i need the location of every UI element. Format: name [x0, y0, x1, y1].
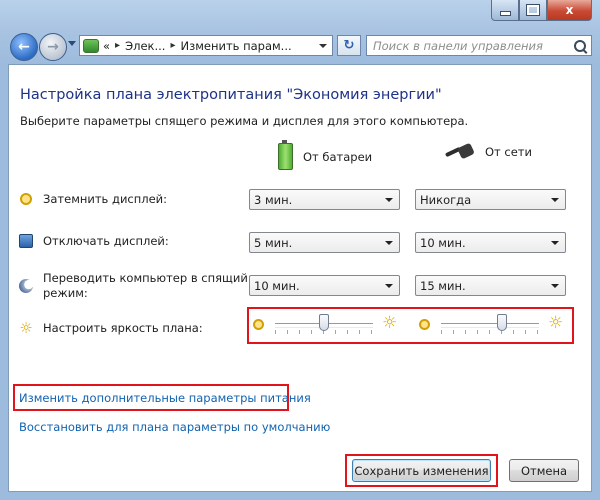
dim-display-ac-select[interactable]: Никогда: [415, 189, 566, 210]
navigation-bar: ← → « ▸ Элек... ▸ Изменить парам... ↻ По…: [0, 30, 600, 62]
cancel-button[interactable]: Отмена: [509, 459, 579, 482]
power-plug-icon: [445, 143, 475, 161]
select-value: 10 мин.: [254, 278, 300, 293]
save-changes-button[interactable]: Сохранить изменения: [352, 459, 491, 482]
back-button[interactable]: ←: [10, 33, 38, 61]
minimize-button[interactable]: [491, 0, 519, 21]
sleep-battery-select[interactable]: 10 мин.: [249, 275, 400, 296]
brightness-icon: ☼: [19, 319, 33, 337]
dim-display-battery-select[interactable]: 3 мин.: [249, 189, 400, 210]
control-panel-window: x ← → « ▸ Элек... ▸ Изменить парам... ↻ …: [0, 0, 600, 500]
select-value: 3 мин.: [254, 192, 293, 207]
select-value: Никогда: [420, 192, 472, 207]
sleep-ac-select[interactable]: 15 мин.: [415, 275, 566, 296]
slider-thumb[interactable]: [319, 314, 329, 331]
row-label-sleep-line2: режим:: [43, 286, 88, 300]
dim-sun-icon: [253, 319, 264, 330]
bright-sun-icon: ☼: [382, 313, 398, 333]
page-title: Настройка плана электропитания "Экономия…: [20, 87, 442, 103]
sleep-moon-icon: [19, 279, 33, 293]
monitor-clock-icon: [19, 234, 33, 248]
row-dim-display: Затемнить дисплей:: [19, 192, 167, 206]
breadcrumb-parent[interactable]: Элек...: [125, 39, 165, 53]
turn-off-display-ac-select[interactable]: 10 мин.: [415, 232, 566, 253]
row-label-turn-off-display: Отключать дисплей:: [43, 234, 169, 248]
column-header-battery: От батареи: [278, 140, 373, 170]
battery-icon: [278, 140, 293, 170]
column-label-ac: От сети: [485, 145, 532, 159]
brightness-slider-battery[interactable]: ☼: [253, 311, 399, 339]
turn-off-display-battery-select[interactable]: 5 мин.: [249, 232, 400, 253]
back-arrow-icon: ←: [18, 39, 30, 55]
refresh-button[interactable]: ↻: [337, 35, 361, 56]
search-icon[interactable]: [574, 39, 586, 52]
chevron-down-icon: [385, 283, 393, 288]
breadcrumb-separator-icon: ▸: [115, 40, 121, 51]
maximize-button[interactable]: [519, 0, 547, 21]
close-icon: x: [565, 3, 574, 17]
row-turn-off-display: Отключать дисплей:: [19, 234, 169, 248]
breadcrumb-separator-icon: ▸: [170, 40, 176, 51]
row-label-brightness: Настроить яркость плана:: [43, 321, 203, 335]
row-label-sleep: Переводить компьютер в спящий режим:: [43, 271, 248, 301]
bright-sun-icon: ☼: [548, 313, 564, 333]
advanced-power-settings-link[interactable]: Изменить дополнительные параметры питани…: [19, 391, 311, 405]
chevron-down-icon: [551, 240, 559, 245]
slider-ticks: [441, 330, 539, 334]
page-subtitle: Выберите параметры спящего режима и дисп…: [20, 114, 469, 128]
chevron-down-icon: [385, 197, 393, 202]
recent-pages-dropdown[interactable]: [68, 41, 76, 46]
row-brightness: ☼ Настроить яркость плана:: [19, 319, 203, 337]
address-bar[interactable]: « ▸ Элек... ▸ Изменить парам...: [79, 35, 333, 56]
refresh-icon: ↻: [343, 38, 355, 53]
breadcrumb-current[interactable]: Изменить парам...: [180, 39, 291, 53]
forward-arrow-icon: →: [47, 39, 59, 55]
row-label-sleep-line1: Переводить компьютер в спящий: [43, 271, 248, 285]
minimize-icon: [499, 10, 511, 16]
main-content: Настройка плана электропитания "Экономия…: [8, 64, 592, 492]
slider-track[interactable]: [441, 323, 539, 328]
chevron-down-icon: [551, 283, 559, 288]
select-value: 15 мин.: [420, 278, 466, 293]
column-label-battery: От батареи: [303, 149, 373, 164]
select-value: 10 мин.: [420, 235, 466, 250]
chevron-down-icon: [551, 197, 559, 202]
dim-sun-icon: [419, 319, 430, 330]
row-label-dim-display: Затемнить дисплей:: [43, 192, 168, 206]
breadcrumb-root-arrow[interactable]: «: [103, 39, 110, 53]
address-dropdown-icon[interactable]: [319, 43, 327, 48]
column-header-ac: От сети: [445, 143, 532, 161]
forward-button[interactable]: →: [39, 33, 67, 61]
select-value: 5 мин.: [254, 235, 293, 250]
control-panel-icon: [83, 38, 99, 53]
brightness-slider-ac[interactable]: ☼: [419, 311, 565, 339]
close-button[interactable]: x: [547, 0, 592, 21]
dim-display-icon: [20, 193, 32, 205]
window-caption-buttons: x: [491, 0, 592, 21]
chevron-down-icon: [385, 240, 393, 245]
slider-thumb[interactable]: [496, 314, 507, 331]
row-sleep: Переводить компьютер в спящий режим:: [19, 271, 248, 301]
maximize-icon: [526, 4, 540, 16]
search-box[interactable]: Поиск в панели управления: [366, 35, 592, 56]
restore-defaults-link[interactable]: Восстановить для плана параметры по умол…: [19, 420, 330, 434]
search-input[interactable]: Поиск в панели управления: [373, 39, 543, 53]
